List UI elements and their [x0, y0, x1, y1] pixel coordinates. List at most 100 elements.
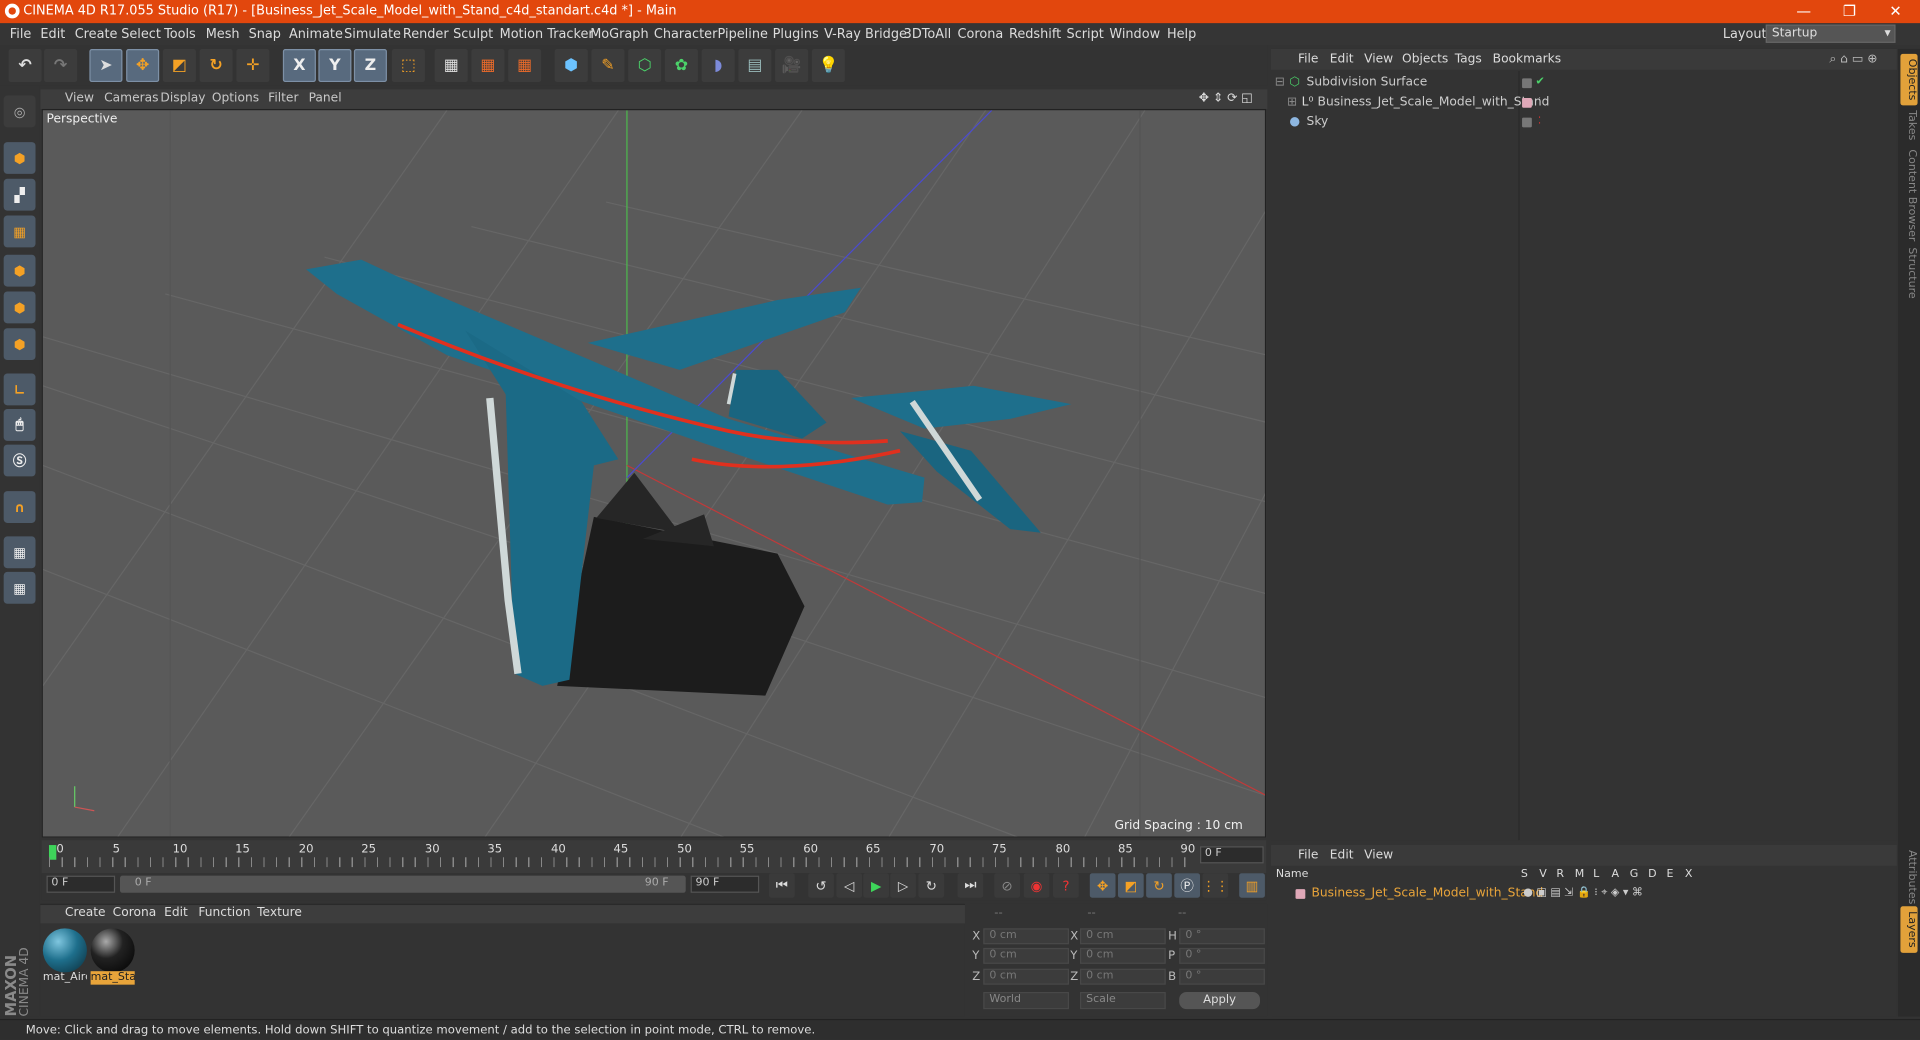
axis-mode-icon[interactable]: ∟: [3, 373, 36, 406]
material-stand-swatch[interactable]: [90, 928, 135, 973]
current-frame-field[interactable]: 0 F: [1200, 846, 1264, 864]
tab-objects[interactable]: Objects: [1900, 53, 1918, 106]
menu-help[interactable]: Help: [1167, 27, 1196, 42]
object-row-sky[interactable]: ● Sky ⁚: [1271, 113, 1897, 133]
end-frame-field[interactable]: 90 F: [690, 875, 760, 893]
menu-pipeline[interactable]: Pipeline: [718, 27, 768, 42]
menu-edit[interactable]: Edit: [40, 27, 65, 42]
size-x-field[interactable]: 0 cm: [1080, 928, 1166, 945]
menu-mesh[interactable]: Mesh: [206, 27, 240, 42]
apply-button[interactable]: Apply: [1179, 992, 1261, 1010]
viewport-nav-icons[interactable]: ✥ ⇕ ⟳ ◱: [1199, 92, 1253, 105]
play-icon[interactable]: ▶: [863, 873, 889, 898]
next-key-icon[interactable]: ↻: [918, 873, 945, 898]
layer-row[interactable]: Business_Jet_Scale_Model_with_Stand ● ▣ …: [1271, 884, 1897, 904]
position-x-field[interactable]: 0 cm: [983, 928, 1069, 945]
object-search-icon[interactable]: ⌕ ⌂ ▭ ⊕: [1829, 53, 1877, 66]
menu-file[interactable]: File: [10, 27, 32, 42]
next-frame-icon[interactable]: ▷: [890, 873, 916, 898]
workplane-icon[interactable]: ▦: [3, 215, 36, 248]
light-icon[interactable]: 💡: [811, 48, 845, 83]
tab-attributes[interactable]: Attributes: [1900, 845, 1917, 909]
close-icon[interactable]: ✕: [1889, 2, 1901, 19]
menu-redshift[interactable]: Redshift: [1009, 27, 1061, 42]
layer-menu-view[interactable]: View: [1364, 849, 1393, 862]
layer-toggle-icons[interactable]: ● ▣ ▤ ⇲ 🔒 ⁝ ⌖ ◈ ▾ ⌘: [1523, 887, 1643, 899]
menu-create[interactable]: Create: [75, 27, 118, 42]
z-axis-button[interactable]: Z: [353, 48, 387, 83]
menu-motion-tracker[interactable]: Motion Tracker: [500, 27, 594, 42]
viewport-menu-view[interactable]: View: [65, 92, 94, 105]
magnet-icon[interactable]: ∩: [3, 491, 36, 523]
viewport-menu-cameras[interactable]: Cameras: [104, 92, 158, 105]
menu-snap[interactable]: Snap: [249, 27, 281, 42]
position-z-field[interactable]: 0 cm: [983, 968, 1069, 985]
move-icon[interactable]: ✥: [126, 48, 160, 83]
enabled-check-icon[interactable]: ✔: [1536, 76, 1545, 88]
coordinate-system-icon[interactable]: ⬚: [391, 48, 425, 83]
key-parameter-icon[interactable]: Ⓟ: [1174, 873, 1201, 898]
object-menu-objects[interactable]: Objects: [1402, 53, 1448, 66]
layer-menu-file[interactable]: File: [1298, 849, 1318, 862]
undo-icon[interactable]: ↶: [8, 48, 42, 83]
points-mode-icon[interactable]: ⬢: [3, 254, 36, 287]
viewport-menu-filter[interactable]: Filter: [268, 92, 298, 105]
tab-structure[interactable]: Structure: [1900, 242, 1917, 303]
size-y-field[interactable]: 0 cm: [1080, 947, 1166, 964]
layer-menu-edit[interactable]: Edit: [1330, 849, 1354, 862]
viewport-perspective[interactable]: Perspective Grid Spacing : 10 cm: [41, 108, 1267, 838]
material-menu-create[interactable]: Create: [65, 906, 106, 919]
key-rotation-icon[interactable]: ↻: [1146, 873, 1172, 898]
snap-icon[interactable]: Ⓢ: [3, 444, 36, 477]
object-menu-edit[interactable]: Edit: [1330, 53, 1354, 66]
object-row-subdivision[interactable]: ⊟ ⬡ Subdivision Surface ✔: [1271, 73, 1897, 93]
timeline-ruler[interactable]: 0 5 10 15 20 25 30 35 40 45 50 55 60 65 …: [41, 840, 1267, 874]
rotate-icon[interactable]: ↻: [199, 48, 233, 83]
menu-plugins[interactable]: Plugins: [773, 27, 819, 42]
object-menu-bookmarks[interactable]: Bookmarks: [1493, 53, 1561, 66]
minimize-icon[interactable]: —: [1796, 2, 1811, 19]
menu-mograph[interactable]: MoGraph: [590, 27, 648, 42]
scale-icon[interactable]: ◩: [162, 48, 196, 83]
lock-workplane-icon[interactable]: ▦: [3, 536, 36, 569]
layer-color-tag[interactable]: [1522, 97, 1532, 108]
menu-corona[interactable]: Corona: [958, 27, 1004, 42]
cloner-icon[interactable]: ✿: [664, 48, 698, 83]
expand-icon[interactable]: ⊞: [1287, 96, 1297, 109]
viewport-menu-options[interactable]: Options: [212, 92, 259, 105]
planar-workplane-icon[interactable]: ▦: [3, 571, 36, 604]
visibility-dot[interactable]: [1522, 117, 1532, 128]
floor-icon[interactable]: ▤: [738, 48, 772, 83]
visibility-dots[interactable]: ⁚: [1538, 96, 1541, 107]
position-y-field[interactable]: 0 cm: [983, 947, 1069, 964]
size-mode-select[interactable]: Scale: [1080, 992, 1166, 1010]
menu-tools[interactable]: Tools: [164, 27, 196, 42]
menu-render[interactable]: Render: [403, 27, 449, 42]
object-menu-tags[interactable]: Tags: [1455, 53, 1482, 66]
menu-vray-bridge[interactable]: V-Ray Bridge: [824, 27, 907, 42]
redo-icon[interactable]: ↷: [44, 48, 78, 83]
frame-range-slider[interactable]: 0 F 90 F: [120, 875, 686, 893]
menu-script[interactable]: Script: [1067, 27, 1104, 42]
viewport-menu-display[interactable]: Display: [160, 92, 205, 105]
autokey-icon[interactable]: ?: [1053, 873, 1079, 898]
tab-content-browser[interactable]: Content Browser: [1900, 145, 1917, 247]
menu-character[interactable]: Character: [654, 27, 717, 42]
polygons-mode-icon[interactable]: ⬢: [3, 328, 36, 361]
y-axis-button[interactable]: Y: [318, 48, 352, 83]
go-to-end-icon[interactable]: ⏭: [957, 873, 984, 898]
menu-window[interactable]: Window: [1109, 27, 1160, 42]
restore-icon[interactable]: ❐: [1843, 2, 1856, 19]
tweak-mode-icon[interactable]: 🖱: [3, 409, 36, 441]
tab-layers[interactable]: Layers: [1900, 906, 1918, 953]
start-frame-field[interactable]: 0 F: [46, 875, 116, 893]
object-menu-file[interactable]: File: [1298, 53, 1318, 66]
timeline-window-icon[interactable]: ▥: [1239, 873, 1265, 898]
size-z-field[interactable]: 0 cm: [1080, 968, 1166, 985]
go-to-start-icon[interactable]: ⏮: [768, 873, 795, 898]
collapse-icon[interactable]: ⊟: [1275, 76, 1285, 89]
object-menu-view[interactable]: View: [1364, 53, 1393, 66]
previous-frame-icon[interactable]: ◁: [836, 873, 863, 898]
key-pla-icon[interactable]: ⋮⋮: [1202, 873, 1229, 898]
texture-mode-icon[interactable]: ▞: [3, 178, 36, 211]
